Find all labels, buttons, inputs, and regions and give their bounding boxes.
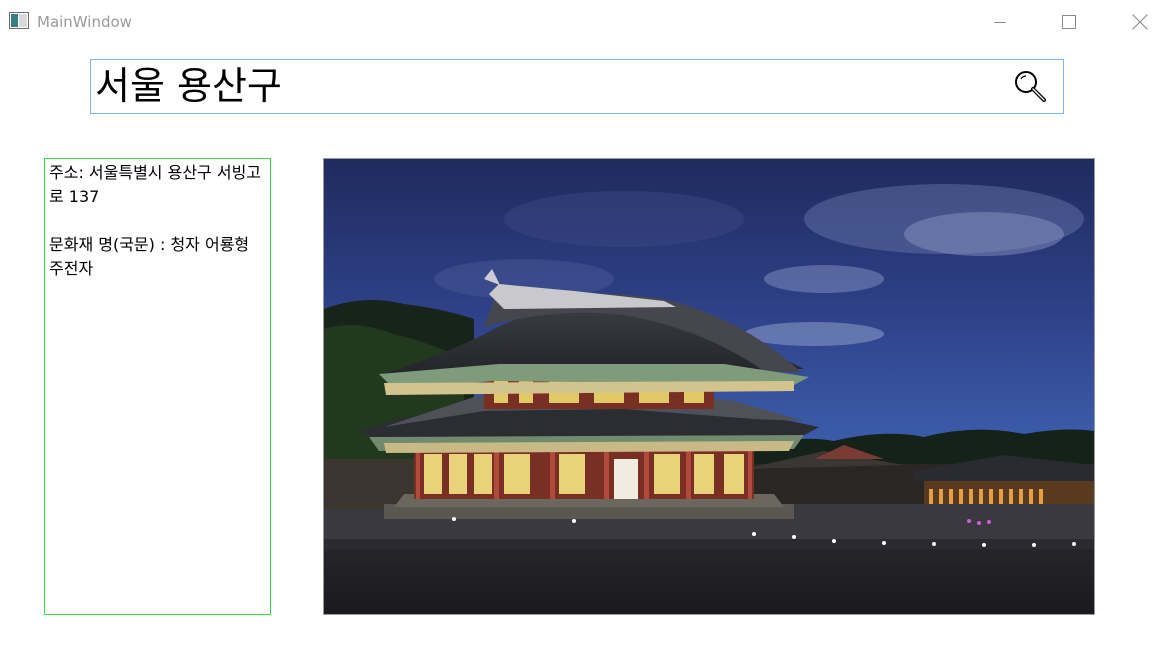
title-bar[interactable]: MainWindow: [0, 0, 1175, 44]
main-window: MainWindow 주소: 서울특별시 용산구 서빙고로 137: [0, 0, 1175, 662]
maximize-icon: [1062, 15, 1076, 29]
search-input[interactable]: [95, 62, 995, 110]
minimize-icon: [994, 22, 1006, 23]
maximize-button[interactable]: [1046, 0, 1092, 44]
window-title: MainWindow: [37, 13, 132, 31]
minimize-button[interactable]: [977, 0, 1023, 44]
search-icon[interactable]: [1013, 69, 1047, 103]
window-app-icon: [9, 12, 29, 29]
search-box: [90, 59, 1064, 114]
close-button[interactable]: [1117, 0, 1163, 44]
info-text-panel: 주소: 서울특별시 용산구 서빙고로 137 문화재 명(국문) : 청자 어룡…: [44, 158, 271, 615]
photo-frame: [323, 158, 1095, 615]
palace-photo: [324, 159, 1094, 614]
close-icon: [1132, 14, 1148, 30]
